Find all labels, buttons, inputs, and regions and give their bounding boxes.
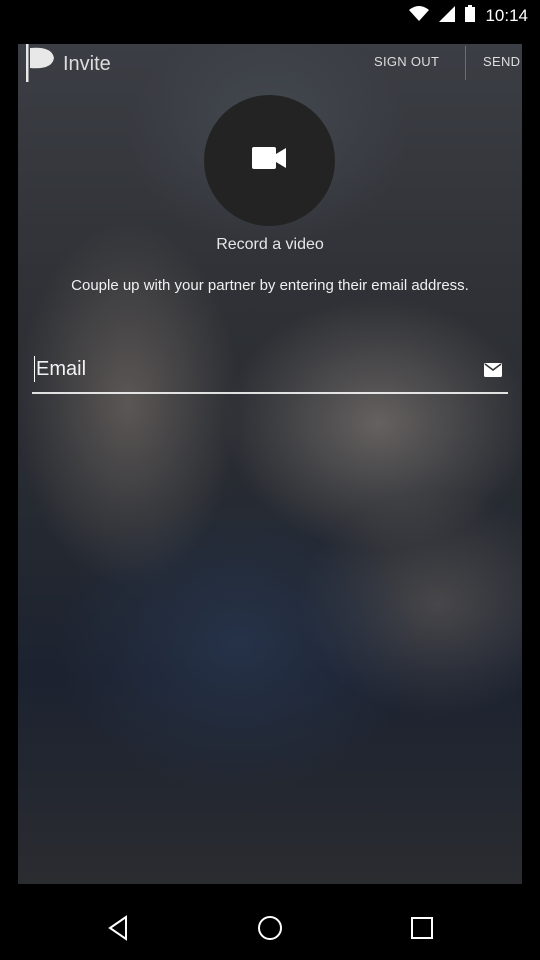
text-cursor — [34, 356, 35, 382]
wifi-icon — [409, 5, 430, 27]
sign-out-button[interactable]: SIGN OUT — [374, 54, 439, 69]
back-icon[interactable] — [104, 914, 132, 942]
page-title: Invite — [63, 53, 111, 75]
video-camera-icon — [251, 145, 288, 176]
invite-screen: Invite SIGN OUT SEND Record a video Coup… — [18, 44, 522, 884]
home-icon[interactable] — [256, 914, 284, 942]
invite-description: Couple up with your partner by entering … — [71, 277, 469, 294]
recents-icon[interactable] — [408, 914, 436, 942]
send-button[interactable]: SEND — [483, 54, 520, 69]
app-logo-icon — [22, 44, 54, 82]
battery-icon — [465, 5, 476, 27]
mail-icon — [484, 363, 502, 377]
email-field[interactable]: Email — [32, 354, 508, 394]
record-video-button[interactable] — [204, 95, 335, 226]
email-input-placeholder[interactable]: Email — [36, 358, 86, 381]
record-video-label: Record a video — [216, 236, 324, 253]
status-time: 10:14 — [485, 6, 528, 25]
navigation-bar — [0, 896, 540, 960]
header-divider — [465, 46, 466, 80]
signal-icon — [439, 5, 456, 27]
status-bar: 10:14 — [0, 0, 540, 32]
top-bar: Invite SIGN OUT SEND — [18, 44, 522, 82]
